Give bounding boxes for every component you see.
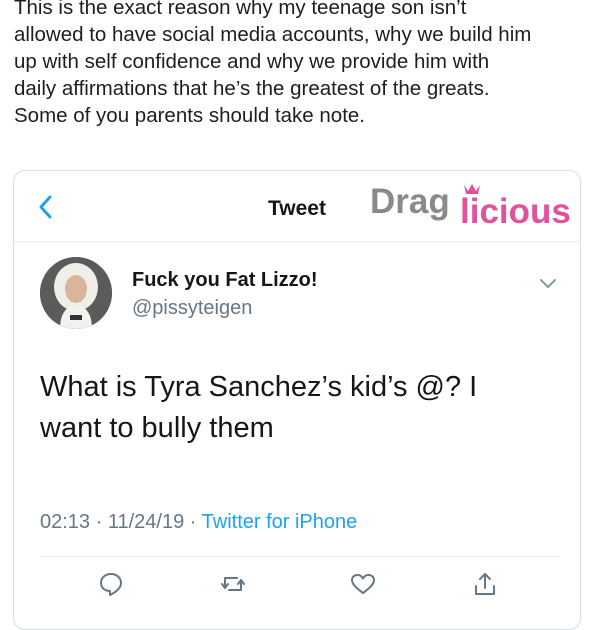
tweet-header: Tweet Drag licious xyxy=(14,171,580,242)
share-button[interactable] xyxy=(472,571,498,597)
tweet-meta: 02:13 · 11/24/19 · Twitter for iPhone xyxy=(40,511,357,534)
post-caption: This is the exact reason why my teenage … xyxy=(14,0,584,129)
tweet-date: 11/24/19 xyxy=(107,511,185,533)
caption-line: Some of you parents should take note. xyxy=(14,104,366,127)
retweet-button[interactable] xyxy=(220,571,246,597)
chevron-down-icon xyxy=(540,279,556,288)
retweet-icon xyxy=(221,577,245,591)
tweet-text-line: want to bully them xyxy=(40,412,274,444)
tweet-source-link[interactable]: Twitter for iPhone xyxy=(202,511,358,533)
divider xyxy=(40,556,560,557)
tweet-text: What is Tyra Sanchez’s kid’s @? I want t… xyxy=(40,367,540,449)
tweet-text-line: What is Tyra Sanchez’s kid’s @? I xyxy=(40,371,478,403)
more-options-button[interactable] xyxy=(538,277,558,291)
share-icon xyxy=(475,573,495,595)
meta-separator: · xyxy=(90,511,108,533)
tweet-card: Tweet Drag licious Fuck you Fat Lizzo! @… xyxy=(13,170,581,630)
svg-text:Drag: Drag xyxy=(370,182,450,221)
avatar[interactable] xyxy=(40,257,112,329)
draglicious-watermark-logo: Drag licious xyxy=(370,182,571,231)
caption-line: allowed to have social media accounts, w… xyxy=(14,23,532,46)
svg-text:licious: licious xyxy=(460,192,571,231)
like-button[interactable] xyxy=(350,571,376,597)
caption-line: This is the exact reason why my teenage … xyxy=(14,0,467,19)
caption-line: daily affirmations that he’s the greates… xyxy=(14,77,490,100)
display-name[interactable]: Fuck you Fat Lizzo! xyxy=(132,269,318,292)
user-handle[interactable]: @pissyteigen xyxy=(132,297,252,320)
comment-icon xyxy=(100,573,122,596)
heart-icon xyxy=(351,574,375,594)
reply-button[interactable] xyxy=(98,571,124,597)
profile-photo-icon xyxy=(40,257,112,329)
caption-line: up with self confidence and why we provi… xyxy=(14,50,490,73)
tweet-time: 02:13 xyxy=(40,511,91,533)
meta-separator: · xyxy=(184,511,202,533)
